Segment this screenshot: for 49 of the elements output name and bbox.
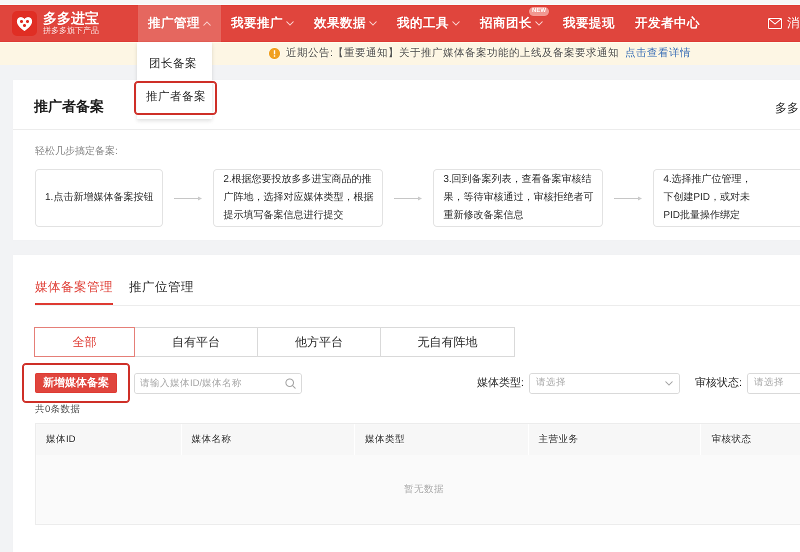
filter-tab[interactable]: 他方平台 [257, 327, 381, 357]
mail-icon[interactable] [768, 18, 782, 29]
header-text: 多多 [775, 100, 800, 117]
logo-icon [12, 11, 37, 36]
select-field[interactable]: 请选择 [528, 372, 680, 394]
record-count: 共0条数据 [35, 403, 82, 417]
step-text: 提示填写备案信息进行提交 [223, 208, 344, 223]
step-text: 2.根据您要投放多多进宝商品的推 [223, 172, 373, 187]
page-title: 推广者备案 [34, 97, 104, 116]
filter-tab[interactable]: 自有平台 [134, 327, 258, 357]
notice-text: 近期公告:【重要通知】关于推广媒体备案功能的上线及备案要求通知 [286, 46, 619, 61]
arrow-icon [174, 196, 202, 200]
step-text: 果，等待审核通过，审核拒绝者可 [443, 190, 594, 205]
search-icon[interactable] [285, 378, 296, 388]
step-text: 1.点击新增媒体备案按钮 [45, 190, 154, 205]
menu-item[interactable]: 推广者备案 [134, 81, 217, 114]
messages-link[interactable]: 消 [787, 14, 800, 33]
menu-item[interactable]: 团长备案 [137, 48, 212, 82]
step-text: 4.选择推广位管理， [663, 172, 753, 187]
select-field[interactable]: 请选择 [747, 372, 800, 394]
filter-tab[interactable]: 全部 [34, 327, 135, 357]
column-header: 媒体ID [45, 432, 76, 447]
step-text: 下创建PID，或对未 [663, 190, 752, 205]
step-text: PID批量操作绑定 [663, 208, 742, 223]
brand-name: 多多进宝 [43, 11, 99, 26]
add-media-button[interactable]: 新增媒体备案 [35, 373, 117, 394]
nav-item[interactable]: 我的工具 [387, 5, 470, 42]
search-field[interactable]: 请输入媒体ID/媒体名称 [134, 372, 302, 394]
info-icon [269, 48, 280, 59]
step-text: 3.回到备案列表，查看备案审核结 [443, 172, 593, 187]
empty-message: 暂无数据 [404, 482, 444, 497]
steps-caption: 轻松几步搞定备案: [34, 144, 119, 159]
nav-item[interactable]: 推广管理 [138, 5, 221, 42]
details-link[interactable]: 点击查看详情 [624, 46, 691, 62]
filter-label: 媒体类型: [476, 376, 524, 391]
nav-item[interactable]: 我要推广 [221, 5, 304, 42]
step-text: 重新修改备案信息 [443, 208, 524, 223]
brand-tagline: 拼多多旗下产品 [43, 26, 99, 36]
chevron-down-icon [664, 380, 673, 386]
arrow-icon [394, 196, 422, 200]
step-text: 广阵地，选择对应媒体类型，根据 [223, 190, 374, 205]
nav-item[interactable]: 开发者中心 [625, 5, 710, 42]
nav-item[interactable]: 我要提现 [553, 5, 625, 42]
tab[interactable]: 推广位管理 [129, 278, 194, 305]
filter-tab[interactable]: 无自有阵地 [380, 327, 515, 357]
filter-label: 审核状态: [694, 376, 742, 391]
nav-item[interactable]: 效果数据 [304, 5, 387, 42]
arrow-icon [614, 196, 642, 200]
tab[interactable]: 媒体备案管理 [35, 278, 113, 305]
